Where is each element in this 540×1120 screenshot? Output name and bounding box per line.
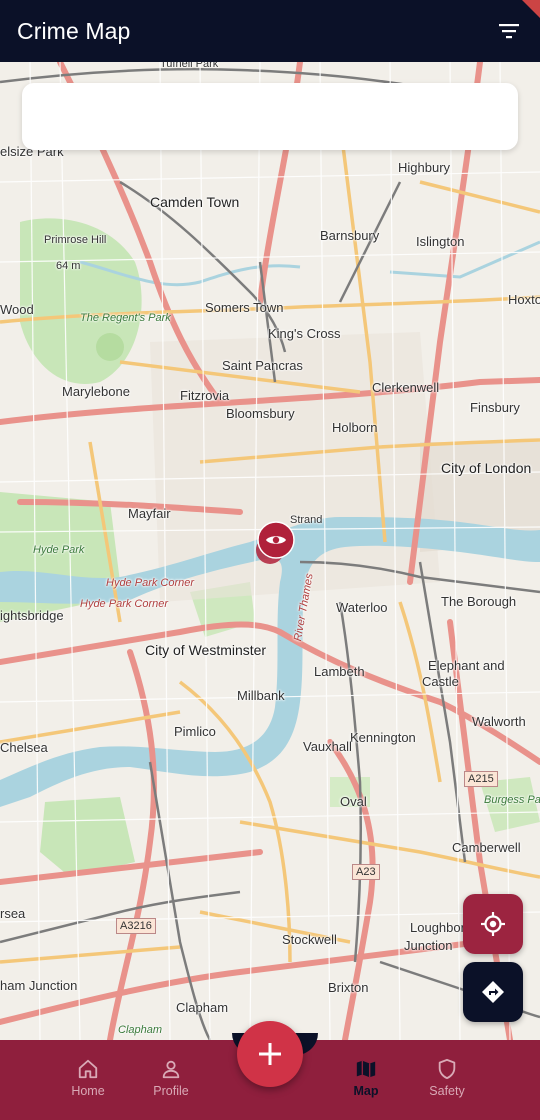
nav-profile-label: Profile <box>153 1084 189 1098</box>
map-label-junction: Junction <box>404 938 453 953</box>
map-label-tufnell-park: Tufnell Park <box>160 62 219 70</box>
map-label-hyde-park-corner-1: Hyde Park Corner <box>106 577 195 589</box>
map-label-regents-park: The Regent's Park <box>80 312 171 324</box>
map-label-oval: Oval <box>340 794 367 809</box>
map-icon <box>356 1060 376 1078</box>
map-label-hyde-park-corner-2: Hyde Park Corner <box>80 598 169 610</box>
directions-icon <box>482 981 504 1003</box>
map-label-bloomsbury: Bloomsbury <box>226 406 295 421</box>
nav-safety-label: Safety <box>429 1084 465 1098</box>
shield-icon <box>438 1058 456 1080</box>
map-label-hoxton: Hoxto <box>508 292 540 307</box>
nav-map[interactable]: Map <box>326 1058 406 1098</box>
crime-marker[interactable] <box>256 520 296 568</box>
map-label-walworth: Walworth <box>472 714 526 729</box>
my-location-button[interactable] <box>463 894 523 954</box>
map-label-islington: Islington <box>416 234 465 249</box>
map-label-stockwell: Stockwell <box>282 932 337 947</box>
plus-icon <box>259 1043 281 1065</box>
nav-home-label: Home <box>71 1084 105 1098</box>
map-label-mayfair: Mayfair <box>128 506 171 521</box>
map-label-kennington: Kennington <box>350 730 416 745</box>
map-label-clapham: Clapham <box>176 1000 229 1015</box>
map-label-city-of-london: City of London <box>441 460 532 476</box>
nav-profile[interactable]: Profile <box>131 1058 211 1098</box>
nav-map-label: Map <box>353 1084 379 1098</box>
map-label-clapham-common: Clapham <box>118 1024 163 1036</box>
add-report-button[interactable] <box>237 1021 303 1087</box>
directions-button[interactable] <box>463 962 523 1022</box>
home-icon <box>78 1059 98 1079</box>
map-label-barnsbury: Barnsbury <box>320 228 380 243</box>
map-label-city-of-westminster: City of Westminster <box>145 642 267 658</box>
map-road-a23: A23 <box>352 864 380 880</box>
map-label-elephant-and: Elephant and <box>428 658 505 673</box>
map-road-a215: A215 <box>464 771 498 787</box>
map-label-primrose-hill: Primrose Hill <box>44 234 107 246</box>
map-label-holborn: Holborn <box>332 420 378 435</box>
map-label-highbury: Highbury <box>398 160 451 175</box>
map-label-fitzrovia: Fitzrovia <box>180 388 230 403</box>
map-label-vauxhall: Vauxhall <box>303 739 352 754</box>
map-label-marylebone: Marylebone <box>62 384 130 399</box>
search-input[interactable] <box>22 83 518 150</box>
map-pin-icon <box>256 521 295 564</box>
map-label-lambeth: Lambeth <box>314 664 365 679</box>
map-label-burgess-park: Burgess Park <box>484 794 540 806</box>
map-label-pimlico: Pimlico <box>174 724 216 739</box>
map-label-knightsbridge: ightsbridge <box>0 608 64 623</box>
map-label-camberwell: Camberwell <box>452 840 521 855</box>
map-label-saint-pancras: Saint Pancras <box>222 358 303 373</box>
map-label-waterloo: Waterloo <box>336 600 388 615</box>
crosshair-icon <box>481 912 505 936</box>
filter-icon <box>499 24 519 39</box>
map-label-brixton: Brixton <box>328 980 369 995</box>
map-label-chelsea: Chelsea <box>0 740 48 755</box>
map-label-finsbury: Finsbury <box>470 400 520 415</box>
map-label-kings-cross: King's Cross <box>268 326 341 341</box>
map-label-clerkenwell: Clerkenwell <box>372 380 440 395</box>
map-label-battersea: rsea <box>0 906 26 921</box>
map-label-primrose-hill-elevation: 64 m <box>56 260 81 272</box>
nav-safety[interactable]: Safety <box>407 1058 487 1098</box>
map-label-clapham-junction: ham Junction <box>0 978 78 993</box>
map-label-somers-town: Somers Town <box>205 300 284 315</box>
nav-home[interactable]: Home <box>48 1058 128 1098</box>
app-bar: Crime Map <box>0 0 540 62</box>
filter-button[interactable] <box>495 17 523 45</box>
map-road-a3216: A3216 <box>116 918 156 934</box>
map-label-camden-town: Camden Town <box>150 194 240 210</box>
map-label-millbank: Millbank <box>237 688 285 703</box>
corner-decoration <box>522 0 540 18</box>
map-label-the-borough: The Borough <box>441 594 517 609</box>
app-title: Crime Map <box>17 17 131 44</box>
map-label-castle: Castle <box>422 674 459 689</box>
map-label-hyde-park: Hyde Park <box>33 544 85 556</box>
person-icon <box>162 1060 180 1079</box>
map-label-st-johns-wood: Wood <box>0 302 34 317</box>
